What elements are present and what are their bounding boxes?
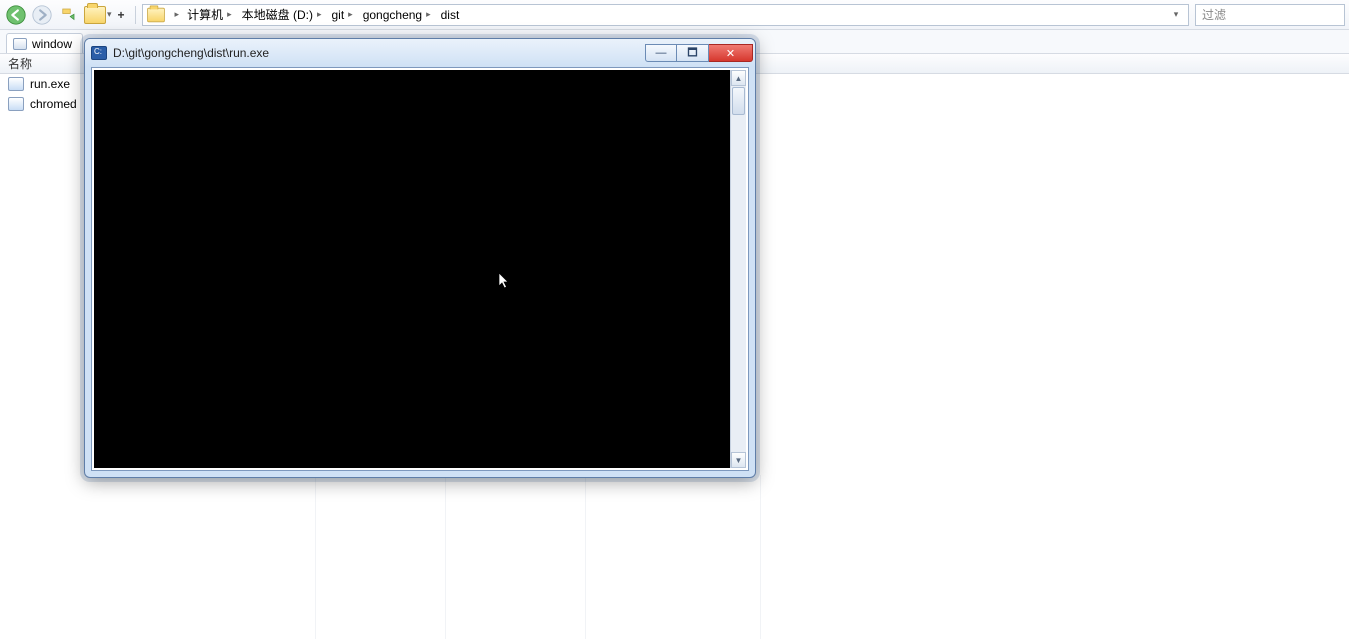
vertical-scrollbar[interactable]: ▲ ▼ bbox=[730, 70, 746, 468]
window-buttons: — 🗖 ✕ bbox=[645, 44, 753, 62]
scroll-up-button[interactable]: ▲ bbox=[731, 70, 746, 86]
forward-arrow-icon bbox=[31, 4, 53, 26]
breadcrumb-label: dist bbox=[441, 8, 460, 22]
console-frame: ▲ ▼ bbox=[91, 67, 749, 471]
forward-button[interactable] bbox=[30, 3, 54, 27]
drive-icon bbox=[13, 38, 27, 50]
explorer-nav-bar: ▾ + ▸ 计算机 ▸ 本地磁盘 (D:) ▸ git ▸ gongcheng … bbox=[0, 0, 1349, 30]
breadcrumb-item-computer[interactable]: 计算机 ▸ bbox=[183, 5, 238, 25]
column-separators bbox=[0, 475, 1349, 639]
file-name: chromed bbox=[30, 97, 77, 111]
breadcrumb-folder-icon bbox=[147, 7, 165, 21]
exe-icon bbox=[8, 77, 24, 91]
maximize-button[interactable]: 🗖 bbox=[677, 44, 709, 62]
scroll-thumb[interactable] bbox=[732, 87, 745, 115]
console-window[interactable]: D:\git\gongcheng\dist\run.exe — 🗖 ✕ ▲ ▼ bbox=[84, 38, 756, 478]
breadcrumb-item-gongcheng[interactable]: gongcheng ▸ bbox=[359, 5, 437, 25]
filter-placeholder: 过滤 bbox=[1202, 6, 1226, 23]
console-title: D:\git\gongcheng\dist\run.exe bbox=[113, 46, 639, 60]
filter-input[interactable]: 过滤 bbox=[1195, 4, 1345, 26]
breadcrumb-item-git[interactable]: git ▸ bbox=[327, 5, 358, 25]
file-name: run.exe bbox=[30, 77, 70, 91]
up-folder-group: ▾ bbox=[84, 6, 112, 24]
back-arrow-icon bbox=[5, 4, 27, 26]
breadcrumb-dropdown-button[interactable]: ▾ bbox=[1170, 9, 1186, 20]
separator bbox=[135, 6, 136, 24]
scroll-down-button[interactable]: ▼ bbox=[731, 452, 746, 468]
breadcrumb-item-dist[interactable]: dist bbox=[437, 5, 466, 25]
folder-icon[interactable] bbox=[84, 6, 106, 24]
command-prompt-icon bbox=[91, 46, 107, 60]
breadcrumb-label: gongcheng bbox=[363, 8, 422, 22]
mouse-cursor-icon bbox=[498, 272, 510, 290]
scroll-track[interactable] bbox=[731, 116, 746, 452]
tab-label: window bbox=[32, 37, 72, 51]
recent-button[interactable] bbox=[56, 3, 80, 27]
minimize-icon: — bbox=[656, 47, 667, 59]
recent-icon bbox=[59, 6, 77, 24]
breadcrumb-item-drive-d[interactable]: 本地磁盘 (D:) ▸ bbox=[238, 5, 328, 25]
console-output[interactable] bbox=[94, 70, 730, 468]
close-icon: ✕ bbox=[726, 47, 735, 60]
tab-window[interactable]: window bbox=[6, 33, 83, 53]
breadcrumb-label: 计算机 bbox=[187, 6, 223, 23]
breadcrumb-label: git bbox=[331, 8, 344, 22]
column-header-name[interactable]: 名称 bbox=[8, 55, 32, 72]
close-button[interactable]: ✕ bbox=[709, 44, 753, 62]
add-tab-button[interactable]: + bbox=[114, 8, 129, 22]
breadcrumb-bar[interactable]: ▸ 计算机 ▸ 本地磁盘 (D:) ▸ git ▸ gongcheng ▸ di… bbox=[142, 4, 1189, 26]
back-button[interactable] bbox=[4, 3, 28, 27]
maximize-icon: 🗖 bbox=[687, 44, 697, 63]
breadcrumb-label: 本地磁盘 (D:) bbox=[242, 6, 313, 23]
minimize-button[interactable]: — bbox=[645, 44, 677, 62]
console-titlebar[interactable]: D:\git\gongcheng\dist\run.exe — 🗖 ✕ bbox=[85, 39, 755, 67]
exe-icon bbox=[8, 97, 24, 111]
